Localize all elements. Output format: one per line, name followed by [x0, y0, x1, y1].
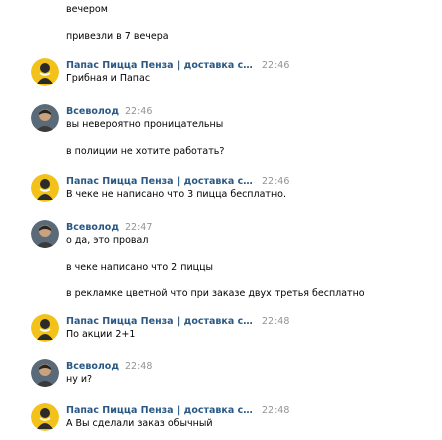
author-name[interactable]: Папас Пицца Пенза | доставка сочной …: [66, 60, 256, 72]
papas-avatar[interactable]: [31, 174, 59, 202]
papas-avatar[interactable]: [31, 403, 59, 431]
message-text: В чеке не написано что 3 пицца бесплатно…: [66, 189, 286, 200]
message-text: ну и?: [66, 374, 93, 385]
message-time[interactable]: 22:46: [125, 106, 152, 117]
author-name[interactable]: Папас Пицца Пенза | доставка сочной …: [66, 405, 256, 417]
message-text: вы невероятно проницательны: [66, 119, 224, 130]
author-name[interactable]: Папас Пицца Пенза | доставка сочной …: [66, 176, 256, 188]
author-name[interactable]: Папас Пицца Пенза | доставка сочной …: [66, 316, 256, 328]
vsevolod-avatar[interactable]: [31, 220, 59, 248]
message-text: По акции 2+1: [66, 329, 136, 340]
message-text: в чеке написано что 2 пиццы: [66, 262, 214, 273]
message-time[interactable]: 22:48: [262, 405, 289, 416]
message-time[interactable]: 22:48: [125, 361, 152, 372]
message-time[interactable]: 22:46: [262, 60, 289, 71]
message-text: о да, это провал: [66, 235, 149, 246]
author-name[interactable]: Всеволод: [66, 361, 119, 372]
message-text: А Вы сделали заказ обычный: [66, 418, 213, 429]
message-text: вечером: [66, 4, 108, 15]
papas-avatar[interactable]: [31, 314, 59, 342]
message-text: Грибная и Папас: [66, 73, 151, 84]
author-name[interactable]: Всеволод: [66, 222, 119, 233]
message-time[interactable]: 22:47: [125, 222, 152, 233]
author-name[interactable]: Всеволод: [66, 106, 119, 117]
vsevolod-avatar[interactable]: [31, 104, 59, 132]
message-text: в рекламке цветной что при заказе двух т…: [66, 288, 365, 299]
vsevolod-avatar[interactable]: [31, 359, 59, 387]
message-text: привезли в 7 вечера: [66, 31, 169, 42]
message-time[interactable]: 22:48: [262, 316, 289, 327]
message-time[interactable]: 22:46: [262, 176, 289, 187]
papas-avatar[interactable]: [31, 58, 59, 86]
message-text: в полиции не хотите работать?: [66, 146, 225, 157]
